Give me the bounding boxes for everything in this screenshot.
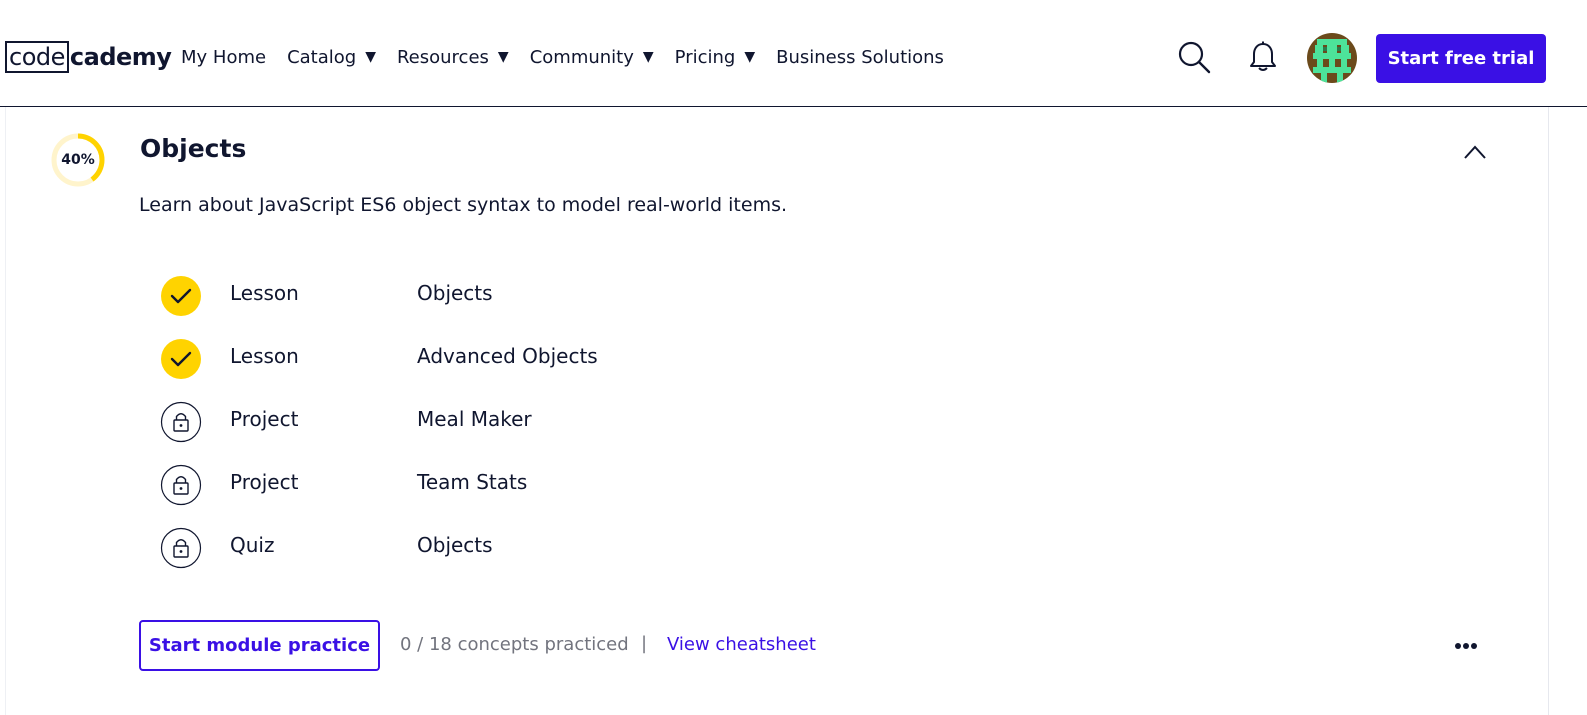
item-name: Objects xyxy=(417,533,493,557)
checkmark-icon xyxy=(161,276,201,316)
item-name: Objects xyxy=(417,281,493,305)
module-item-row[interactable]: Project Meal Maker xyxy=(160,401,860,443)
module-item-row[interactable]: Project Team Stats xyxy=(160,464,860,506)
bell-icon[interactable] xyxy=(1248,41,1278,73)
item-name: Team Stats xyxy=(417,470,528,494)
nav-label: Pricing xyxy=(674,46,736,68)
content-right-border xyxy=(1548,107,1549,715)
main-nav: My Home Catalog ▼ Resources ▼ Community ▼ Prici… xyxy=(181,40,965,74)
chevron-up-icon[interactable] xyxy=(1460,138,1490,166)
separator: | xyxy=(641,633,648,654)
logo-part-code: code xyxy=(5,41,69,73)
nav-my-home[interactable]: My Home xyxy=(181,47,266,68)
progress-percent: 40% xyxy=(61,152,95,168)
item-type: Quiz xyxy=(230,533,275,557)
item-name: Advanced Objects xyxy=(417,344,598,368)
nav-business-solutions[interactable]: Business Solutions xyxy=(776,47,944,68)
caret-down-icon: ▼ xyxy=(365,49,376,65)
content-left-border xyxy=(5,107,6,715)
caret-down-icon: ▼ xyxy=(744,49,756,65)
nav-label: Resources xyxy=(396,46,489,68)
nav-catalog[interactable]: Catalog ▼ xyxy=(287,47,376,68)
nav-label: Community xyxy=(529,46,634,68)
caret-down-icon: ▼ xyxy=(497,49,509,65)
nav-label: My Home xyxy=(181,46,267,68)
module-item-row[interactable]: Lesson Advanced Objects xyxy=(160,338,860,380)
start-free-trial-button[interactable]: Start free trial xyxy=(1376,34,1546,83)
nav-resources[interactable]: Resources ▼ xyxy=(397,47,509,68)
nav-community[interactable]: Community ▼ xyxy=(530,47,654,68)
caret-down-icon: ▼ xyxy=(642,49,654,65)
nav-pricing[interactable]: Pricing ▼ xyxy=(675,47,755,68)
top-navbar: code cademy My Home Catalog ▼ Resources ▼ Comm… xyxy=(0,10,1587,107)
search-icon[interactable] xyxy=(1177,40,1211,74)
view-cheatsheet-link[interactable]: View cheatsheet xyxy=(667,634,816,655)
more-options-icon[interactable] xyxy=(1450,634,1482,658)
lock-icon xyxy=(160,464,202,506)
logo-part-cademy: cademy xyxy=(69,43,172,71)
item-name: Meal Maker xyxy=(417,407,532,431)
checkmark-icon xyxy=(161,339,201,379)
nav-label: Business Solutions xyxy=(776,46,944,68)
lock-icon xyxy=(160,527,202,569)
item-type: Lesson xyxy=(230,344,299,368)
nav-label: Catalog xyxy=(287,46,357,68)
concepts-practiced-count: 0 / 18 concepts practiced xyxy=(400,634,629,655)
start-module-practice-button[interactable]: Start module practice xyxy=(139,620,380,671)
module-description: Learn about JavaScript ES6 object syntax… xyxy=(139,194,788,216)
module-item-row[interactable]: Lesson Objects xyxy=(160,275,860,317)
item-type: Project xyxy=(230,470,299,494)
user-avatar[interactable] xyxy=(1307,33,1357,83)
item-type: Lesson xyxy=(230,281,299,305)
codecademy-logo[interactable]: code cademy xyxy=(5,40,172,74)
module-title: Objects xyxy=(140,134,247,163)
lock-icon xyxy=(160,401,202,443)
module-item-row[interactable]: Quiz Objects xyxy=(160,527,860,569)
item-type: Project xyxy=(230,407,299,431)
